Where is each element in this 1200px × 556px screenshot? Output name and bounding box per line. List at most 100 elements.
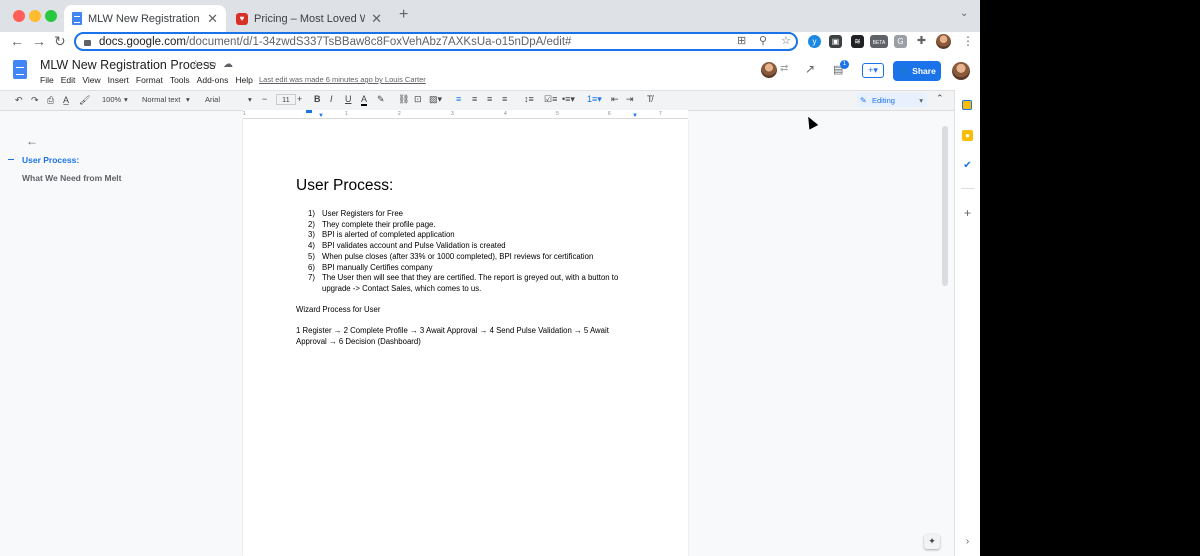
first-line-indent-marker[interactable] [306,110,312,113]
link-icon[interactable]: ⛓ [398,94,409,105]
clear-formatting-icon[interactable]: T̸ [647,94,653,104]
align-left-icon[interactable]: ≡ [456,94,461,104]
justify-icon[interactable]: ≡ [502,94,507,104]
align-center-icon[interactable]: ≡ [472,94,477,104]
menu-bar: File Edit View Insert Format Tools Add-o… [40,75,253,85]
underline-icon[interactable]: U [345,94,352,104]
menu-tools[interactable]: Tools [170,75,190,85]
profile-avatar[interactable] [936,34,951,49]
highlight-icon[interactable]: ✎ [377,94,385,105]
font-chevron-icon[interactable]: ▾ [248,95,252,104]
expand-panel-chevron-icon[interactable]: › [962,536,973,547]
decrease-indent-icon[interactable]: ⇤ [611,94,619,105]
tab-pricing[interactable]: ♥ Pricing – Most Loved Workplac ✕ [228,5,390,32]
qr-code-icon[interactable]: ⊞ [737,34,746,47]
editing-label: Editing [872,95,895,105]
menu-file[interactable]: File [40,75,54,85]
style-chevron-icon[interactable]: ▾ [186,95,190,104]
numbered-list-icon[interactable]: 1≡▾ [587,94,602,105]
tab-docs[interactable]: MLW New Registration Proces ✕ [64,5,226,32]
style-select[interactable]: Normal text [142,95,180,104]
decrease-font-size-icon[interactable]: − [262,94,267,104]
close-tab-icon[interactable]: ✕ [207,11,218,27]
extension-layers-icon[interactable]: ≋ [851,35,864,48]
zoom-select[interactable]: 100% [102,95,121,104]
line-spacing-icon[interactable]: ↕≡ [524,94,534,104]
checklist-icon[interactable]: ☑≡ [544,94,557,105]
bookmark-star-icon[interactable]: ☆ [781,34,791,47]
address-bar[interactable]: docs.google.com/document/d/1-34zwdS337Ts… [74,32,798,51]
cloud-status-icon[interactable]: ☁ [223,59,233,70]
calendar-icon[interactable] [962,100,972,110]
step-number: 5) [308,251,315,261]
meet-present-icon[interactable]: +▾ [862,63,884,78]
process-step-list: 1) User Registers for Free 2) They complet… [308,209,638,295]
extension-beta-icon[interactable]: BETA [870,35,888,48]
font-size-input[interactable]: 11 [276,94,296,105]
extension-g-icon[interactable]: G [894,35,907,48]
list-item: 4) BPI validates account and Pulse Valida… [308,241,638,252]
edit-pencil-icon: ✎ [860,95,867,105]
document-title[interactable]: MLW New Registration Process [40,58,216,72]
browser-menu-icon[interactable]: ⋮ [962,34,974,48]
extension-card-icon[interactable]: ▣ [829,35,842,48]
outline-item-what-we-need[interactable]: What We Need from Melt [22,173,122,183]
keep-icon[interactable]: ● [962,130,973,141]
undo-icon[interactable]: ↶ [15,95,23,106]
bulleted-list-icon[interactable]: •≡▾ [562,94,575,105]
menu-edit[interactable]: Edit [61,75,76,85]
minimize-window-button[interactable] [29,10,41,22]
move-folder-icon[interactable]: ▭ [207,59,216,70]
reload-icon[interactable]: ↻ [54,33,66,50]
comment-icon[interactable]: ⊡ [414,94,422,105]
tasks-icon[interactable]: ✔ [962,160,973,171]
account-avatar[interactable] [952,62,970,80]
close-outline-arrow-icon[interactable]: ← [26,134,38,148]
italic-icon[interactable]: I [330,94,333,104]
increase-indent-icon[interactable]: ⇥ [626,94,634,105]
zoom-chevron-icon[interactable]: ▾ [124,95,128,104]
document-scrollbar[interactable] [942,126,948,286]
redo-icon[interactable]: ↷ [31,95,39,106]
star-icon[interactable]: ☆ [191,59,200,70]
paint-format-icon[interactable]: 🖌 [79,95,90,106]
outline-item-user-process[interactable]: User Process: [22,155,79,165]
forward-icon[interactable]: → [32,33,46,49]
last-edit-link[interactable]: Last edit was made 6 minutes ago by Loui… [259,75,426,84]
print-icon[interactable]: ⎙ [47,95,54,106]
collaborator-more-icon[interactable]: ⇄ [780,63,788,74]
menu-format[interactable]: Format [136,75,163,85]
collapse-toolbar-icon[interactable]: ⌃ [936,93,944,104]
menu-insert[interactable]: Insert [108,75,129,85]
extensions-puzzle-icon[interactable]: ✚ [915,35,928,48]
menu-help[interactable]: Help [235,75,252,85]
add-ons-plus-icon[interactable]: + [962,207,973,219]
spellcheck-icon[interactable]: A̲ [63,95,69,105]
zoom-search-icon[interactable]: ⚲ [759,34,767,47]
docs-logo-icon[interactable] [13,60,27,79]
close-window-button[interactable] [13,10,25,22]
collaborator-avatar[interactable] [761,62,777,78]
menu-view[interactable]: View [82,75,100,85]
zoom-window-button[interactable] [45,10,57,22]
activity-trend-icon[interactable]: ↗ [805,62,815,76]
explore-icon[interactable]: ✦ [924,534,940,549]
insert-image-icon[interactable]: ▨▾ [429,94,442,105]
format-toolbar: ↶ ↷ ⎙ A̲ 🖌 100% ▾ Normal text ▾ Arial ▾ … [0,90,980,111]
tab-search-chevron-icon[interactable]: ⌄ [960,8,968,19]
back-icon[interactable]: ← [10,33,24,49]
align-right-icon[interactable]: ≡ [487,94,492,104]
increase-font-size-icon[interactable]: + [297,94,302,104]
font-select[interactable]: Arial [205,95,220,104]
text-color-icon[interactable]: A [361,94,368,106]
document-page[interactable]: User Process: 1) User Registers for Free … [243,119,688,556]
step-text: The User then will see that they are cer… [322,273,619,293]
close-tab-icon[interactable]: ✕ [371,11,382,27]
bold-icon[interactable]: B [314,94,321,104]
share-button[interactable]: 👤 Share [893,61,941,81]
active-marker [8,159,14,160]
menu-addons[interactable]: Add-ons [197,75,229,85]
editing-mode-select[interactable]: ✎ Editing ▾ [857,93,927,107]
extension-y-icon[interactable]: y [808,35,821,48]
new-tab-button[interactable]: + [399,6,408,24]
